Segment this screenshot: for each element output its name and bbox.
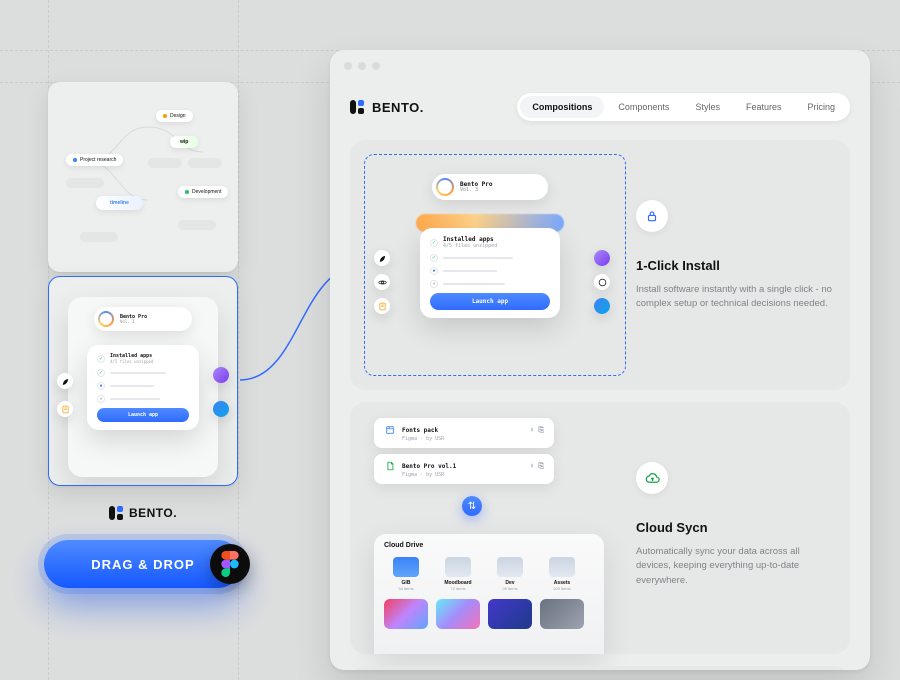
- launch-app-button[interactable]: Launch app: [430, 293, 550, 310]
- product-version: Vol. 3: [460, 188, 493, 193]
- launch-app-button[interactable]: Launch app: [97, 408, 189, 422]
- graph-node-design: Design: [156, 110, 193, 122]
- window-traffic-lights: [344, 62, 380, 70]
- graph-node-ghost: [80, 232, 118, 242]
- feature-desc: Automatically sync your data across all …: [636, 545, 832, 588]
- brand-row: BENTO.: [48, 492, 238, 534]
- feature-card-install: Bento Pro Vol. 3 ✓ Installed apps 4/5 fi…: [350, 140, 850, 390]
- drag-and-drop-button[interactable]: DRAG & DROP: [44, 540, 242, 588]
- site-brand[interactable]: BENTO.: [350, 100, 424, 115]
- folder-icon: [445, 557, 471, 577]
- download-icon[interactable]: ⬇︎ ⎘: [530, 426, 544, 435]
- graph-node-ghost: [148, 158, 182, 168]
- product-version: Vol. 3: [120, 320, 147, 324]
- graph-node-timeline: timeline: [96, 196, 143, 210]
- leaf-icon: [374, 250, 390, 266]
- circle-icon: [594, 274, 610, 290]
- drop-icon: [213, 401, 229, 417]
- file-meta: Figma · by USR: [402, 472, 544, 478]
- installed-apps-sub: 4/5 files unzipped: [110, 359, 153, 364]
- drop-icon: [594, 298, 610, 314]
- folder-item[interactable]: GIB 54 items: [384, 557, 428, 591]
- file-row[interactable]: Bento Pro vol.1 ⬇︎ ⎘ Figma · by USR: [374, 454, 554, 484]
- feature-card-cloud: Fonts pack ⬇︎ ⎘ Figma · by USR Bento Pro…: [350, 402, 850, 654]
- cloud-panel-title: Cloud Drive: [384, 542, 594, 549]
- nav-features[interactable]: Features: [734, 96, 794, 118]
- sync-icon: ⇅: [462, 496, 482, 516]
- asset-thumb[interactable]: [540, 599, 584, 629]
- figma-preview-column: Project research timeline Design wip Dev…: [48, 82, 238, 534]
- browser-window: BENTO. Compositions Components Styles Fe…: [330, 50, 870, 670]
- brand-name: BENTO.: [372, 100, 424, 115]
- graph-node-wip: wip: [170, 136, 198, 148]
- folder-icon: [393, 557, 419, 577]
- figma-icon: [210, 544, 250, 584]
- file-name: Bento Pro vol.1: [402, 463, 456, 470]
- document-icon: [374, 298, 390, 314]
- document-icon: [57, 401, 73, 417]
- feature-desc: Install software instantly with a single…: [636, 283, 832, 312]
- gem-icon: [594, 250, 610, 266]
- nav-components[interactable]: Components: [606, 96, 681, 118]
- file-meta: Figma · by USR: [402, 436, 544, 442]
- graph-node-ghost: [188, 158, 222, 168]
- cloud-drive-panel[interactable]: Cloud Drive GIB 54 items Moodboard 72 it…: [374, 534, 604, 654]
- folder-item[interactable]: Dev 09 items: [488, 557, 532, 591]
- file-row[interactable]: Fonts pack ⬇︎ ⎘ Figma · by USR: [374, 418, 554, 448]
- graph-node-ghost: [66, 178, 104, 188]
- nav-pricing[interactable]: Pricing: [795, 96, 847, 118]
- archive-icon: [384, 424, 396, 436]
- asset-thumb[interactable]: [488, 599, 532, 629]
- installed-apps-title: Installed apps: [443, 236, 497, 243]
- bento-logo-icon: [350, 100, 364, 114]
- folder-item[interactable]: Assets 200 items: [540, 557, 584, 591]
- asset-thumb[interactable]: [384, 599, 428, 629]
- cloud-up-icon: [636, 462, 668, 494]
- lock-icon: [636, 200, 668, 232]
- graph-node-ghost: [178, 220, 216, 230]
- file-name: Fonts pack: [402, 427, 438, 434]
- doc-icon: [384, 460, 396, 472]
- feature-title: 1-Click Install: [636, 258, 832, 273]
- drag-and-drop-label: DRAG & DROP: [91, 557, 194, 572]
- feature-title: Cloud Sycn: [636, 520, 832, 535]
- installed-apps-sub: 4/5 files unzipped: [443, 243, 497, 249]
- gem-icon: [213, 367, 229, 383]
- nav-compositions[interactable]: Compositions: [520, 96, 604, 118]
- leaf-icon: [57, 373, 73, 389]
- nav-styles[interactable]: Styles: [683, 96, 732, 118]
- folder-icon: [497, 557, 523, 577]
- folder-item[interactable]: Moodboard 72 items: [436, 557, 480, 591]
- folder-icon: [549, 557, 575, 577]
- brand-name: BENTO.: [129, 506, 177, 520]
- feature-card-peek: [350, 666, 850, 670]
- main-nav: Compositions Components Styles Features …: [517, 93, 850, 121]
- preview-card-install-selected[interactable]: Bento Pro Vol. 3 ✓ Installed apps 4/5 fi…: [48, 276, 238, 486]
- bento-logo-icon: [109, 506, 123, 520]
- asset-thumb[interactable]: [436, 599, 480, 629]
- download-icon[interactable]: ⬇︎ ⎘: [530, 462, 544, 471]
- orbit-icon: [374, 274, 390, 290]
- graph-node-research: Project research: [66, 154, 123, 166]
- preview-card-graph[interactable]: Project research timeline Design wip Dev…: [48, 82, 238, 272]
- graph-node-development: Development: [178, 186, 228, 198]
